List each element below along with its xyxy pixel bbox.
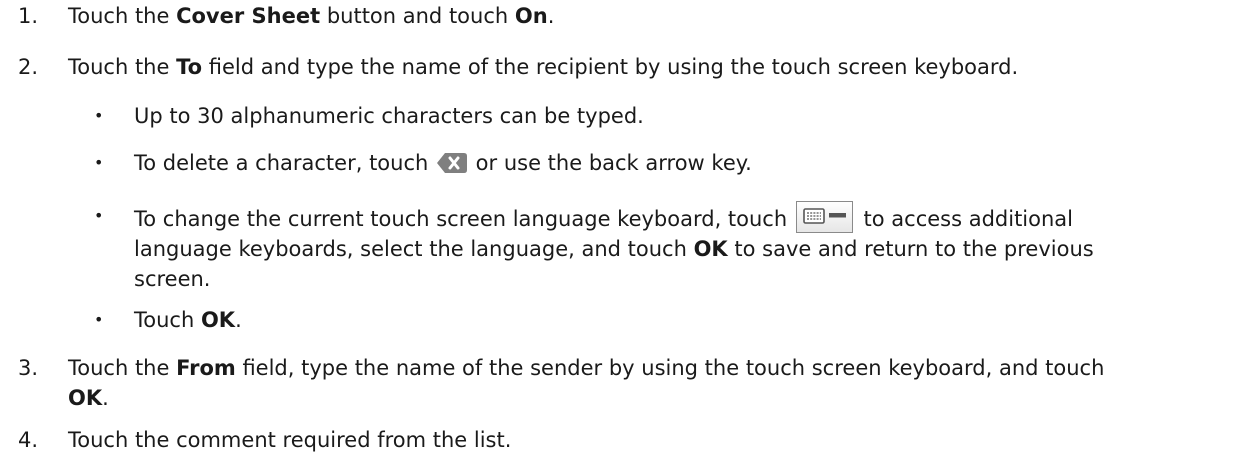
step-text: Touch the From field, type the name of t…	[68, 353, 1104, 383]
step-number: 1.	[18, 4, 39, 28]
text-run: language keyboards, select the language,…	[134, 237, 694, 261]
bullet-text: language keyboards, select the language,…	[134, 234, 1094, 264]
bold-term: OK	[200, 308, 236, 332]
text-run: .	[102, 386, 109, 410]
text-run: Touch	[134, 308, 201, 332]
text-run: .	[547, 4, 555, 28]
delete-backspace-icon	[437, 151, 467, 173]
bold-term: From	[176, 356, 236, 380]
text-run: Touch the	[68, 55, 177, 79]
text-run: To delete a character, touch	[134, 151, 435, 175]
bullet-text: To change the current touch screen langu…	[134, 201, 1073, 234]
bullet-text: screen.	[134, 267, 211, 291]
step-text: OK.	[68, 383, 109, 413]
bullet-text: Touch OK.	[134, 305, 242, 335]
step-number: 3.	[18, 356, 39, 380]
bold-term: OK	[68, 386, 103, 410]
bullet-marker: •	[94, 310, 104, 329]
bold-term: Cover Sheet	[176, 4, 321, 28]
text-run: field, type the name of the sender by us…	[235, 356, 1105, 380]
text-run: Touch the	[68, 356, 177, 380]
bold-term: OK	[693, 237, 728, 261]
text-run: Touch the	[68, 4, 177, 28]
bullet-marker: •	[94, 153, 104, 172]
text-run: to access additional	[856, 207, 1074, 231]
bold-term: To	[176, 55, 203, 79]
text-run: button and touch	[320, 4, 515, 28]
keyboard-language-icon	[795, 201, 853, 233]
bullet-text: To delete a character, touch or use the …	[134, 148, 752, 178]
bullet-marker: •	[94, 206, 104, 225]
bullet-marker: •	[94, 106, 104, 125]
text-run: to save and return to the previous	[727, 237, 1094, 261]
bullet-text: Up to 30 alphanumeric characters can be …	[134, 104, 644, 128]
text-run: .	[235, 308, 242, 332]
instruction-page: 1. Touch the Cover Sheet button and touc…	[0, 0, 1253, 459]
step-text: Touch the To field and type the name of …	[68, 52, 1018, 82]
text-run: To change the current touch screen langu…	[134, 207, 794, 231]
step-text: Touch the comment required from the list…	[68, 428, 512, 452]
bold-term: On	[514, 4, 548, 28]
text-run: or use the back arrow key.	[469, 151, 752, 175]
text-run: field and type the name of the recipient…	[202, 55, 1019, 79]
step-number: 4.	[18, 428, 39, 452]
step-text: Touch the Cover Sheet button and touch O…	[68, 1, 554, 31]
step-number: 2.	[18, 55, 39, 79]
